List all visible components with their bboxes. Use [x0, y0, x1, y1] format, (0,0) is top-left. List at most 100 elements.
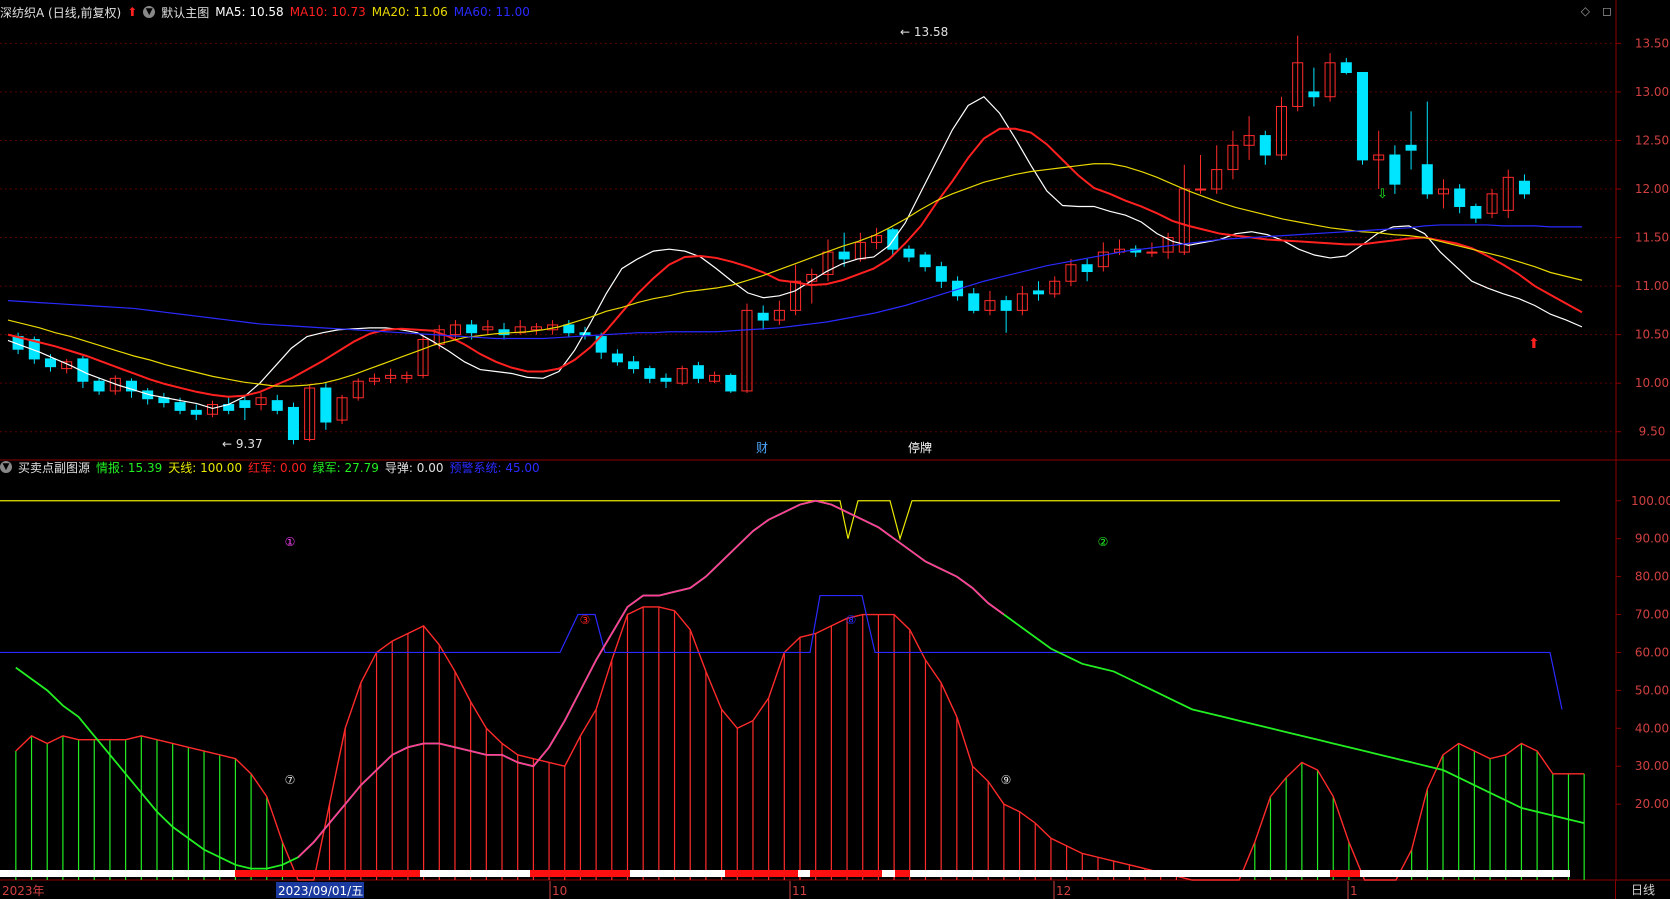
cursor-date-label: 2023/09/01/五 — [278, 884, 363, 898]
candle-body[interactable] — [968, 293, 980, 311]
low-price-label: ← 9.37 — [222, 437, 263, 451]
candle-body[interactable] — [903, 248, 915, 258]
signal-strip-segment — [725, 870, 798, 877]
candle-body[interactable] — [660, 377, 672, 382]
circled-number-label: ③ — [580, 613, 591, 627]
tingpai-marker[interactable]: 停牌 — [908, 440, 932, 455]
candle-body[interactable] — [271, 400, 283, 411]
candle-body[interactable] — [1308, 91, 1320, 98]
sub-legend: ▼ 买卖点副图源 情报: 15.39 天线: 100.00 红军: 0.00 绿… — [0, 458, 540, 476]
candle-body[interactable] — [628, 361, 640, 370]
circled-number-label: ② — [1098, 535, 1109, 549]
candle-body[interactable] — [1454, 188, 1466, 207]
chart-toolbar: ◇ ◻ — [1581, 4, 1612, 18]
candle-body[interactable] — [644, 368, 656, 379]
candle-body[interactable] — [1518, 180, 1530, 195]
sub-tick-label: 60.00 — [1635, 645, 1669, 659]
ma20-line — [7, 163, 1583, 387]
price-tick-label: 10.50 — [1635, 328, 1669, 342]
candle-body[interactable] — [1194, 188, 1207, 191]
main-legend: 深纺织A (日线,前复权) ⬆ ▼ 默认主图 MA5: 10.58 MA10: … — [0, 3, 530, 21]
candle-body[interactable] — [1389, 154, 1401, 185]
candle-body[interactable] — [611, 353, 623, 363]
candle-body[interactable] — [287, 406, 299, 440]
candle-body[interactable] — [190, 409, 202, 415]
yujing-value: 预警系统: 45.00 — [449, 460, 540, 475]
circled-number-label: ⑦ — [285, 773, 296, 787]
candle-body[interactable] — [1470, 205, 1482, 219]
candle-body[interactable] — [563, 324, 575, 334]
signal-strip-segment — [798, 870, 810, 877]
signal-strip-segment — [882, 870, 895, 877]
candle-body[interactable] — [757, 312, 769, 321]
ma10-value: MA10: 10.73 — [289, 5, 366, 19]
price-tick-label: 9.50 — [1639, 425, 1666, 439]
hongjun-value: 红军: 0.00 — [248, 460, 307, 475]
tianxian-line — [0, 500, 1560, 541]
price-tick-label: 12.50 — [1635, 133, 1669, 147]
candle-body[interactable] — [692, 365, 704, 379]
expand-circle-icon[interactable]: ▼ — [143, 6, 156, 18]
signal-strip-segment — [910, 870, 1330, 877]
signal-strip-segment — [0, 870, 235, 877]
red-up-arrow-icon: ⬆ — [1528, 336, 1540, 352]
candle-body[interactable] — [887, 229, 899, 250]
sub-tick-label: 80.00 — [1635, 570, 1669, 584]
signal-strip-segment — [895, 870, 910, 877]
candle-body[interactable] — [838, 251, 850, 260]
cai-marker[interactable]: 财 — [756, 441, 768, 455]
high-price-label: ← 13.58 — [900, 25, 948, 39]
ma5-value: MA5: 10.58 — [215, 5, 284, 19]
tianxian-value: 天线: 100.00 — [168, 460, 243, 475]
maximize-icon[interactable]: ◻ — [1602, 4, 1612, 18]
candle-body[interactable] — [320, 387, 332, 423]
expand-circle-icon[interactable]: ▼ — [0, 461, 12, 473]
candle-body[interactable] — [935, 266, 947, 282]
candle-body[interactable] — [919, 254, 931, 268]
candle-body[interactable] — [466, 324, 478, 334]
sub-tick-label: 30.00 — [1635, 759, 1669, 773]
candle-body[interactable] — [1000, 300, 1012, 311]
sub-tick-label: 40.00 — [1635, 721, 1669, 735]
month-label: 12 — [1056, 884, 1071, 898]
sub-tick-label: 90.00 — [1635, 532, 1669, 546]
ma5-line — [7, 96, 1583, 410]
candle-body[interactable] — [1081, 264, 1093, 273]
candle-body[interactable] — [1033, 290, 1045, 295]
kline-chart[interactable]: 13.50 13.00 12.50 12.00 11.50 11.00 10.50 10.00… — [0, 0, 1670, 899]
ma60-value: MA60: 11.00 — [453, 5, 530, 19]
candle-body[interactable] — [93, 380, 105, 392]
candle-body[interactable] — [174, 402, 186, 411]
candle-body[interactable] — [1146, 251, 1158, 254]
qingbao-line-red-phase — [297, 499, 1005, 858]
yujing-line — [0, 594, 1563, 710]
signal-strip-segment — [810, 870, 882, 877]
month-label: 10 — [552, 884, 567, 898]
template-name[interactable]: 默认主图 — [161, 4, 209, 21]
circled-number-label: ⑨ — [1001, 773, 1012, 787]
signal-strip-segment — [630, 870, 725, 877]
signal-strip-segment — [1330, 870, 1360, 877]
stock-title[interactable]: 深纺织A (日线,前复权) — [0, 4, 121, 21]
signal-strip-segment — [1360, 870, 1570, 877]
signal-strip-segment — [420, 870, 530, 877]
red-up-icon: ⬆ — [127, 5, 138, 19]
candle-body[interactable] — [1421, 164, 1433, 195]
indicator-name[interactable]: 买卖点副图源 — [18, 459, 90, 476]
candle-body[interactable] — [44, 358, 57, 368]
diamond-icon[interactable]: ◇ — [1581, 4, 1590, 18]
candle-body[interactable] — [239, 400, 251, 408]
price-tick-label: 13.50 — [1635, 36, 1669, 50]
candle-body[interactable] — [1405, 144, 1417, 151]
candle-body[interactable] — [1259, 135, 1271, 156]
candle-body[interactable] — [1356, 71, 1369, 161]
period-button[interactable]: 日线 — [1615, 881, 1670, 899]
candle-body[interactable] — [1340, 62, 1352, 73]
price-tick-label: 11.50 — [1635, 231, 1669, 245]
circled-number-label: ① — [285, 535, 296, 549]
price-tick-label: 10.00 — [1635, 376, 1669, 390]
qingbao-value: 情报: 15.39 — [96, 460, 163, 475]
sub-tick-label: 70.00 — [1635, 608, 1669, 622]
signal-strip-segment — [235, 870, 420, 877]
candle-body[interactable] — [725, 374, 737, 392]
